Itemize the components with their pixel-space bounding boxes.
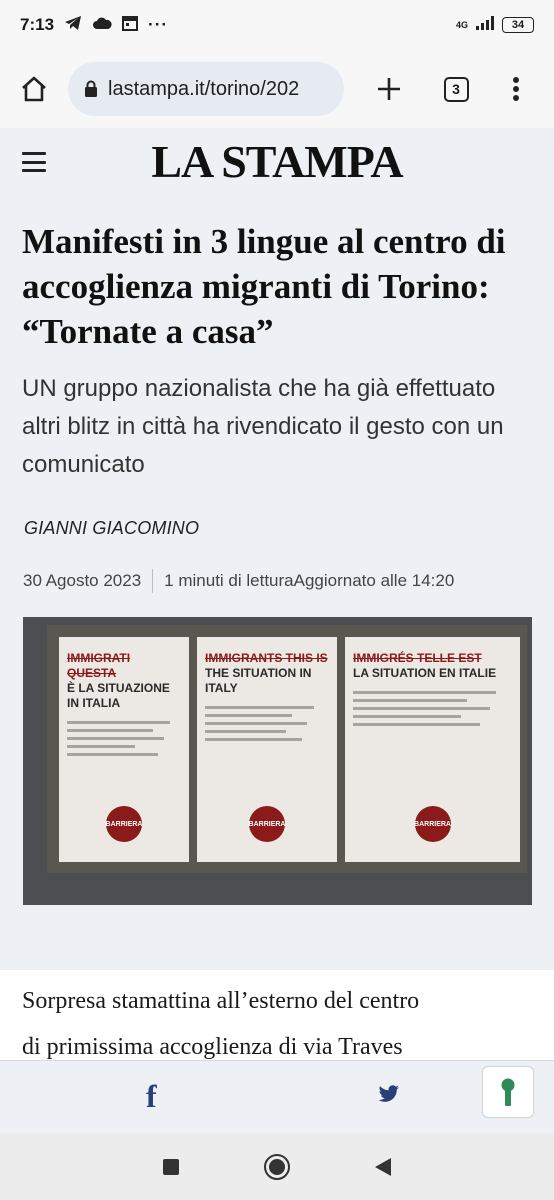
system-navigation-bar (0, 1134, 554, 1200)
facebook-icon[interactable]: f (146, 1079, 168, 1113)
battery-indicator: 34 (502, 17, 534, 33)
meta-divider (152, 569, 154, 593)
plus-icon (378, 78, 400, 100)
article-date: 30 Agosto 2023 (23, 571, 142, 590)
article-meta: 30 Agosto 2023 1 minuti di lettura Aggior… (23, 569, 554, 593)
share-bar: f (0, 1060, 554, 1134)
twitter-icon[interactable] (378, 1085, 400, 1108)
tab-count: 3 (443, 76, 469, 102)
article-author[interactable]: GIANNI GIACOMINO (24, 518, 532, 539)
calendar-icon (122, 15, 139, 36)
home-nav-button[interactable] (263, 1154, 290, 1180)
reading-time: 1 minuti di lettura (164, 571, 294, 590)
more-vert-icon (513, 77, 519, 101)
body-line: Sorpresa stamattina all’esterno del cent… (22, 988, 420, 1014)
status-bar: 7:13 ··· 4G 34 (0, 0, 554, 50)
network-type: 4G (455, 19, 468, 30)
article-photo[interactable]: Immigrati Questa è la situazione in Itali… (23, 617, 532, 905)
back-button[interactable] (375, 1158, 392, 1176)
poster-english: Immigrants This is the situation in Italy… (197, 637, 337, 862)
browser-toolbar: lastampa.it/torino/202 3 (0, 50, 554, 128)
url-text: lastampa.it/torino/202 (108, 77, 300, 100)
more-notifications-icon: ··· (148, 15, 169, 34)
article-subheadline: UN gruppo nazionalista che ha già effett… (22, 375, 504, 478)
site-logo[interactable]: LA STAMPA (0, 135, 554, 188)
site-header: LA STAMPA (0, 128, 554, 194)
poster-french: Immigrés Telle est la situation en Italie… (345, 637, 520, 862)
lock-icon (85, 80, 97, 97)
paywall-button[interactable] (482, 1066, 534, 1118)
cloud-icon (92, 15, 112, 35)
updated-time: Aggiornato alle 14:20 (293, 571, 455, 590)
tab-switcher-button[interactable]: 3 (434, 50, 478, 128)
noticeboard: Immigrati Questa è la situazione in Itali… (47, 625, 527, 873)
address-bar[interactable]: lastampa.it/torino/202 (68, 62, 344, 116)
web-page: LA STAMPA Manifesti in 3 lingue al centr… (0, 128, 554, 1060)
new-tab-button[interactable] (344, 50, 434, 128)
recent-apps-button[interactable] (162, 1159, 179, 1175)
home-button[interactable] (0, 50, 68, 128)
poster-logo: BARRIERA (249, 806, 285, 842)
article-body: Sorpresa stamattina all’esterno del cent… (0, 970, 554, 1060)
menu-icon[interactable] (22, 152, 46, 172)
signal-icon (476, 15, 494, 35)
telegram-icon (64, 15, 82, 36)
browser-menu-button[interactable] (478, 50, 554, 128)
poster-logo: BARRIERA (106, 806, 142, 842)
body-line: di primissima accoglienza di via Traves (22, 1034, 403, 1060)
article-headline: Manifesti in 3 lingue al centro di accog… (22, 222, 506, 351)
keyhole-icon (501, 1078, 515, 1106)
status-time: 7:13 (20, 15, 55, 34)
poster-italian: Immigrati Questa è la situazione in Itali… (59, 637, 189, 862)
poster-logo: BARRIERA (414, 806, 451, 842)
home-icon (22, 76, 46, 102)
